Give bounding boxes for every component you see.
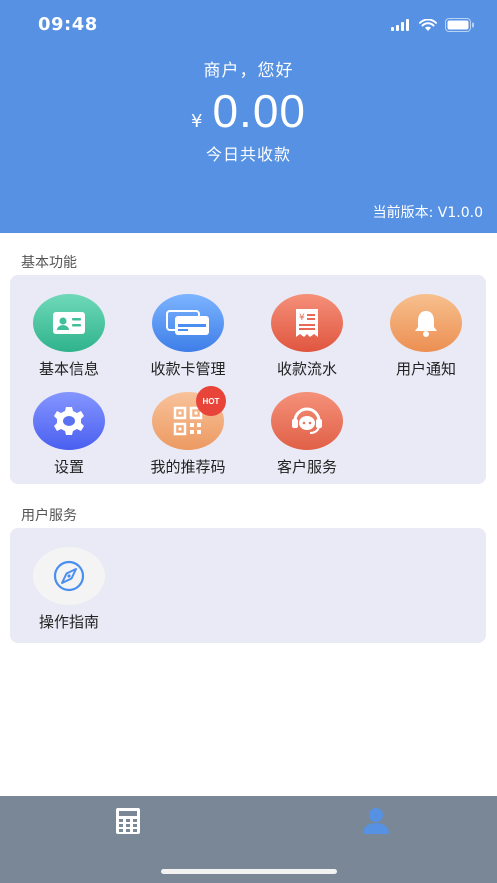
today-amount: 0.00 [212,85,306,137]
status-time: 09:48 [38,14,98,35]
qr-code-icon: HOT [152,386,226,450]
gear-icon [33,392,105,450]
customer-service-icon [271,392,343,450]
amount-display: ¥0.00 [0,84,497,138]
grid-item-basic-info[interactable]: 基本信息 [10,294,128,379]
grid-item-customer-service[interactable]: 客户服务 [248,392,366,477]
battery-icon [445,18,474,32]
amount-label: 今日共收款 [205,145,291,164]
bank-card-icon [152,294,224,352]
compass-icon [33,547,105,605]
greeting-text: 商户，您好 [203,61,294,81]
grid-item-label: 我的推荐码 [150,458,226,476]
grid-item-notifications[interactable]: 用户通知 [367,294,485,379]
grid-item-label: 设置 [53,458,84,476]
basic-functions-title: 基本功能 [21,255,77,271]
header: 09:48 商户，您好 ¥0.00 今日共收款 当前版本: V1.0.0 [0,0,497,233]
grid-item-label: 收款卡管理 [150,360,226,378]
grid-item-referral-code[interactable]: HOT 我的推荐码 [129,386,247,477]
currency-symbol: ¥ [191,111,203,132]
user-services-title: 用户服务 [21,508,77,524]
grid-item-label: 客户服务 [276,458,337,476]
hot-badge: HOT [196,386,226,416]
bell-icon [390,294,462,352]
status-icons [391,15,475,35]
home-indicator [161,869,337,874]
id-card-icon [33,294,105,352]
grid-item-settings[interactable]: 设置 [10,392,128,477]
tab-calculator[interactable] [111,806,145,836]
grid-item-label: 操作指南 [38,613,99,631]
grid-item-label: 用户通知 [395,360,456,378]
grid-item-transactions[interactable]: ¥ 收款流水 [248,294,366,379]
grid-item-card-management[interactable]: 收款卡管理 [129,294,247,379]
status-bar: 09:48 [0,0,497,50]
svg-text:¥: ¥ [299,313,305,323]
grid-item-label: 收款流水 [276,360,337,378]
calculator-icon [116,808,140,834]
signal-icon [391,19,409,31]
user-services-panel: 操作指南 [10,528,486,643]
grid-item-guide[interactable]: 操作指南 [10,547,128,632]
user-icon [363,808,389,834]
wifi-icon [419,18,437,31]
version-label: 当前版本: V1.0.0 [372,205,483,221]
receipt-icon: ¥ [271,294,343,352]
grid-item-label: 基本信息 [38,360,99,378]
basic-functions-panel: 基本信息 收款卡管理 ¥ 收款流水 用户通知 设置 HOT 我的推荐码 客户服务 [10,275,486,484]
tab-user[interactable] [359,806,393,836]
